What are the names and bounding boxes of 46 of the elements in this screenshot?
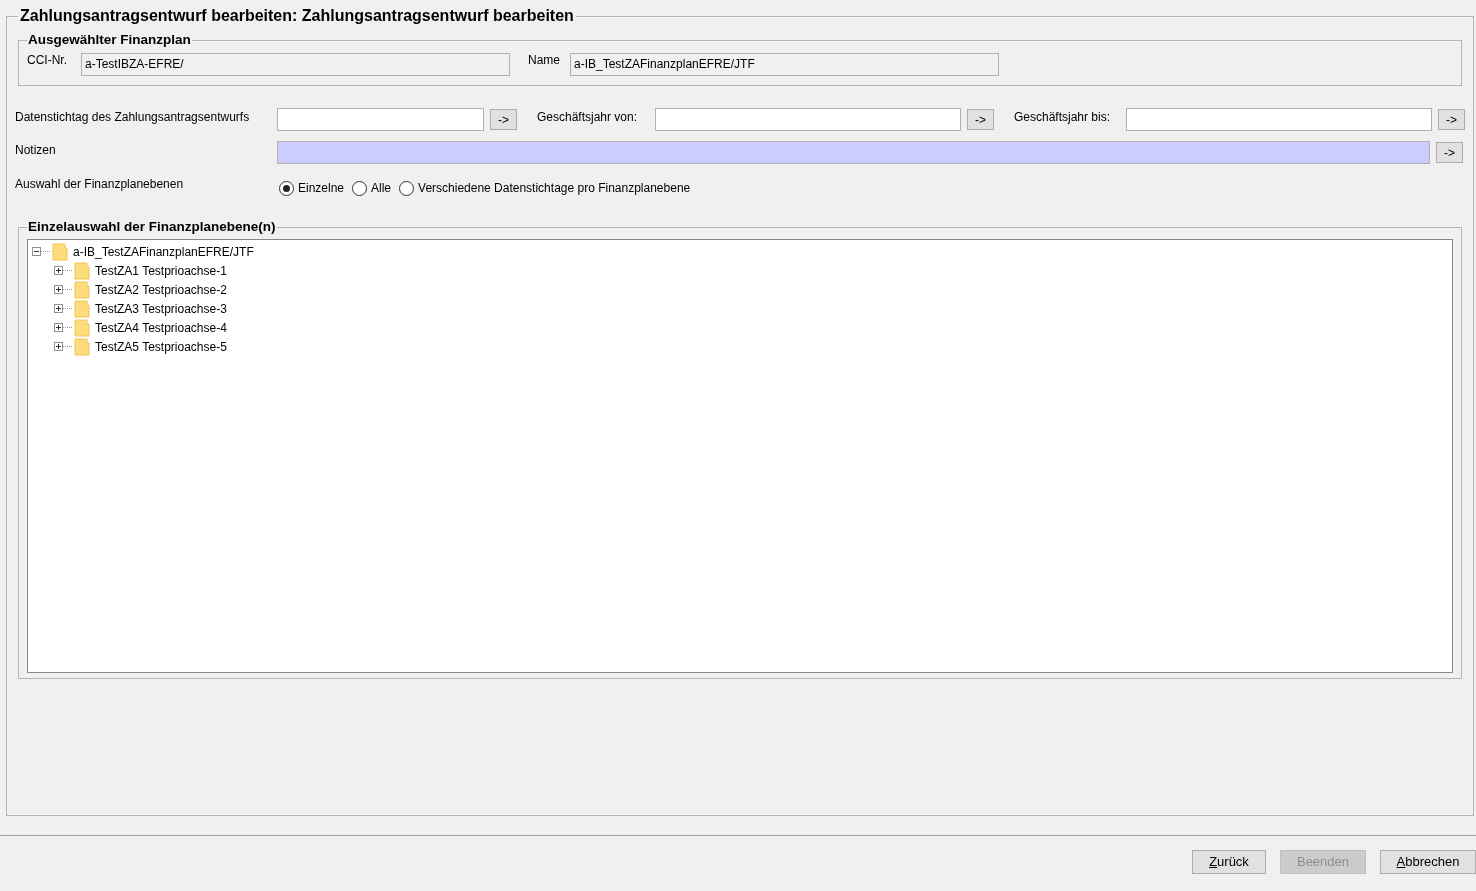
dialog-button[interactable]: Zurück: [1192, 850, 1266, 874]
field-label: CCI-Nr.: [27, 52, 68, 70]
radio-option[interactable]: Einzelne: [279, 179, 345, 197]
field-label: Datenstichtag des Zahlungsantragsentwurfs: [15, 109, 251, 126]
expand-icon[interactable]: [54, 323, 63, 333]
radio-button[interactable]: [352, 180, 368, 196]
expand-icon[interactable]: [54, 266, 63, 276]
expand-icon[interactable]: [54, 342, 63, 352]
expand-icon[interactable]: [54, 304, 63, 314]
date-field[interactable]: [277, 108, 484, 131]
radio-option[interactable]: Verschiedene Datenstichtage pro Finanzplanebene: [399, 179, 691, 197]
tree-item[interactable]: TestZA3 Testprioachse-3: [95, 299, 227, 318]
notes-field[interactable]: [277, 141, 1430, 164]
dialog-button[interactable]: Abbrechen: [1380, 850, 1476, 874]
section-title: Einzelauswahl der Finanzplanebene(n): [27, 218, 277, 236]
radio-option[interactable]: Alle: [352, 179, 392, 197]
tree-item[interactable]: TestZA2 Testprioachse-2: [95, 280, 227, 299]
name-field[interactable]: a-IB_TestZAFinanzplanEFRE/JTF: [570, 53, 999, 77]
folder-icon: [74, 337, 90, 356]
tree-item[interactable]: TestZA5 Testprioachse-5: [95, 337, 227, 356]
radio-button[interactable]: [279, 180, 294, 196]
window-title: Zahlungsantragsentwurf bearbeiten: Zahlungsantragsentwurf bearbeiten: [19, 6, 575, 26]
field-label: Geschäftsjahr bis:: [1014, 109, 1112, 126]
folder-icon: [74, 299, 90, 318]
year-from-field[interactable]: [655, 108, 961, 131]
folder-icon: [74, 280, 90, 299]
folder-icon: [74, 318, 90, 337]
tree-item[interactable]: TestZA1 Testprioachse-1: [95, 261, 227, 280]
arrow-button[interactable]: ->: [1436, 142, 1463, 163]
field-label: Auswahl der Finanzplanebenen: [15, 176, 185, 193]
cci-field[interactable]: a-TestIBZA-EFRE/: [81, 53, 510, 77]
radio-button[interactable]: [399, 180, 415, 196]
field-label: Geschäftsjahr von:: [537, 109, 639, 126]
tree-item[interactable]: TestZA4 Testprioachse-4: [95, 318, 227, 337]
tree-item[interactable]: a-IB_TestZAFinanzplanEFRE/JTF: [73, 242, 254, 261]
collapse-icon[interactable]: [32, 247, 41, 257]
folder-icon: [74, 261, 90, 280]
year-to-field[interactable]: [1126, 108, 1432, 131]
field-label: Notizen: [15, 142, 57, 159]
expand-icon[interactable]: [54, 285, 63, 295]
arrow-button[interactable]: ->: [490, 109, 517, 130]
field-label: Name: [528, 52, 561, 70]
folder-icon: [52, 242, 68, 261]
arrow-button[interactable]: ->: [1438, 109, 1465, 130]
arrow-button[interactable]: ->: [967, 109, 994, 130]
section-title: Ausgewählter Finanzplan: [27, 31, 192, 49]
